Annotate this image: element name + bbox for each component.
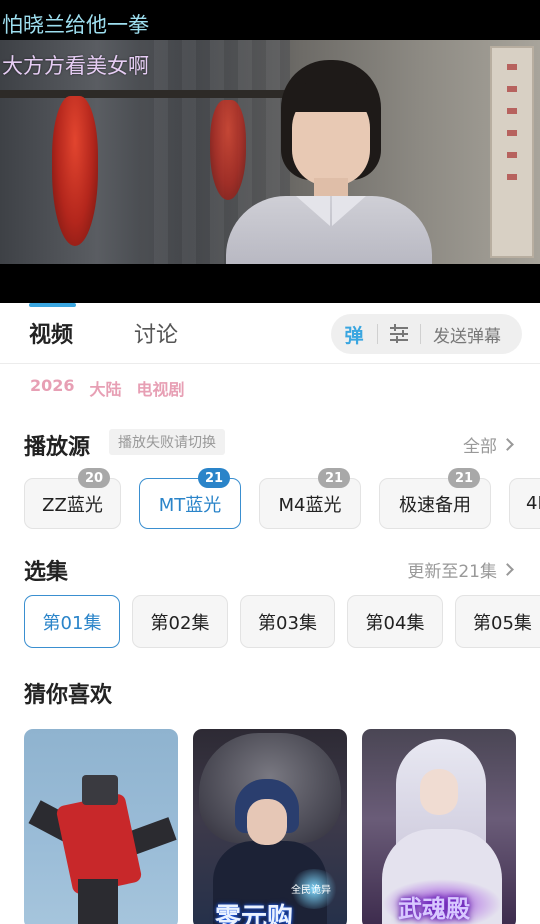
actress	[226, 60, 432, 264]
send-danmu-input[interactable]: 发送弹幕	[421, 322, 501, 347]
chevron-right-icon	[501, 438, 514, 451]
recommend-card[interactable]: 武魂殿	[362, 729, 516, 924]
tab-bar: 视频 讨论 弹 发送弹幕	[0, 303, 540, 364]
sources-more-link[interactable]: 全部	[463, 432, 514, 457]
wall-scroll	[490, 46, 534, 258]
sources-title: 播放源	[24, 435, 91, 460]
source-button-4k[interactable]: 4K	[509, 478, 540, 529]
episode-button[interactable]: 第05集	[455, 595, 540, 648]
tab-indicator	[29, 303, 76, 307]
source-button-m4[interactable]: M4蓝光 21	[259, 468, 361, 529]
episode-button[interactable]: 第03集	[240, 595, 335, 648]
episodes-title: 选集	[24, 560, 69, 585]
video-meta: 2026 大陆 电视剧	[30, 376, 185, 400]
source-button-backup[interactable]: 极速备用 21	[379, 468, 491, 529]
episode-button[interactable]: 第04集	[347, 595, 443, 648]
sources-hint: 播放失败请切换	[109, 429, 225, 455]
source-button-zz[interactable]: ZZ蓝光 20	[24, 468, 121, 529]
source-count-badge: 21	[198, 468, 230, 488]
source-count-badge: 20	[78, 468, 110, 488]
recommend-card[interactable]: 全民诡异 零元购	[193, 729, 347, 924]
danmu-toggle-button[interactable]: 弹	[331, 321, 377, 348]
poster-title: 零元购	[215, 903, 294, 924]
source-button-mt[interactable]: MT蓝光 21	[139, 468, 241, 529]
chevron-right-icon	[501, 563, 514, 576]
recommend-title: 猜你喜欢	[24, 683, 113, 708]
episodes-more-link[interactable]: 更新至21集	[407, 557, 514, 582]
source-count-badge: 21	[318, 468, 350, 488]
episode-button[interactable]: 第01集	[24, 595, 120, 648]
video-player[interactable]: 怕晓兰给他一拳 大方方看美女啊	[0, 0, 540, 303]
danmaku-comment: 怕晓兰给他一拳	[2, 13, 149, 37]
recommend-card[interactable]	[24, 729, 178, 924]
danmaku-comment: 大方方看美女啊	[2, 54, 149, 78]
source-count-badge: 21	[448, 468, 480, 488]
danmu-settings-icon[interactable]	[378, 314, 420, 354]
tab-discuss[interactable]: 讨论	[134, 317, 178, 349]
poster-title: 武魂殿	[398, 895, 470, 923]
tab-video[interactable]: 视频	[29, 317, 73, 349]
chili-string	[52, 96, 98, 246]
meta-year: 2026	[30, 376, 75, 395]
episode-button[interactable]: 第02集	[132, 595, 228, 648]
poster-subtitle: 全民诡异	[291, 885, 331, 896]
danmu-bar: 弹 发送弹幕	[331, 314, 522, 354]
meta-region: 大陆	[89, 380, 122, 399]
meta-category: 电视剧	[136, 380, 185, 399]
